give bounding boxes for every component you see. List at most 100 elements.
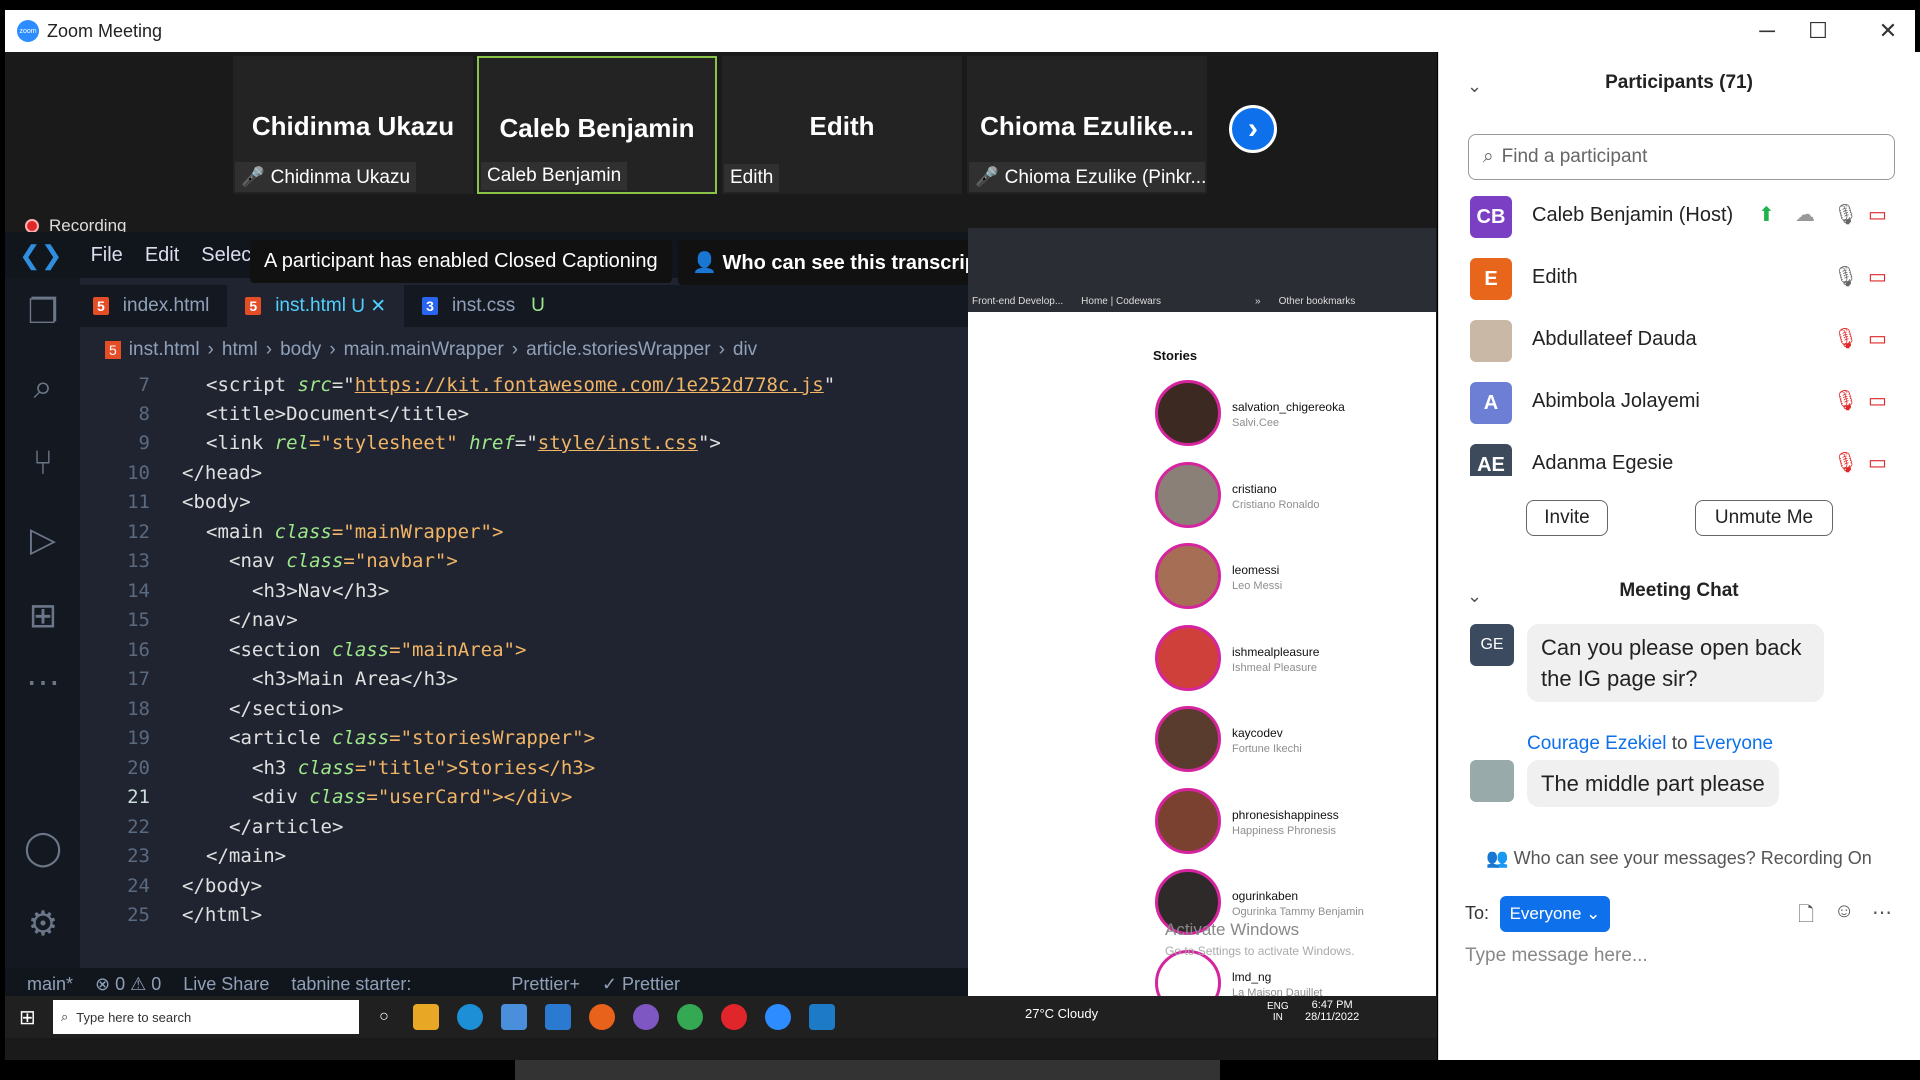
avatar: CB [1470, 196, 1512, 238]
chat-message: Can you please open back the IG page sir… [1527, 624, 1824, 702]
firefox-icon[interactable] [589, 1004, 615, 1030]
story-item[interactable]: phronesishappiness Happiness Phronesis [1155, 788, 1395, 858]
tab-inst-html[interactable]: 5 inst.html U ✕ [227, 285, 405, 327]
code-editor[interactable]: 7 8 9 10 11 12 13 14 15 16 17 18 19 20 2… [80, 370, 960, 930]
file-explorer-icon[interactable] [413, 1004, 439, 1030]
tab-inst-css[interactable]: 3 inst.css U [404, 285, 563, 327]
story-avatar [1155, 625, 1221, 691]
status-prettierplus[interactable]: Prettier+ [511, 974, 580, 995]
run-debug-icon[interactable]: ▷ [23, 520, 63, 560]
story-item[interactable]: salvation_chigereoka Salvi.Cee [1155, 380, 1395, 450]
edge-icon[interactable] [457, 1004, 483, 1030]
language-indicator[interactable]: ENG IN [1267, 1001, 1289, 1023]
status-prettier[interactable]: ✓ Prettier [602, 974, 680, 995]
participant-row[interactable]: CB Caleb Benjamin (Host) ⬆ ☁ 🎙 ▭ [1470, 192, 1910, 242]
mic-muted-icon: 🎙 [1833, 328, 1859, 350]
line-number: 15 [127, 609, 150, 631]
bookmark-item[interactable]: Other bookmarks [1279, 296, 1356, 307]
chat-visibility-info[interactable]: 👥 Who can see your messages? Recording O… [1438, 848, 1920, 869]
breadcrumb-item[interactable]: main.mainWrapper [344, 339, 504, 361]
emoji-icon[interactable]: ☺ [1834, 900, 1854, 923]
code-line: <script src="https://kit.fontawesome.com… [206, 374, 847, 396]
more-options-icon[interactable]: ⋯ [1872, 900, 1892, 925]
code-line: </body> [182, 875, 263, 897]
participant-search-input[interactable]: ⌕ Find a participant [1468, 134, 1895, 180]
weather-widget[interactable]: 27°C Cloudy [1025, 1006, 1098, 1021]
zoom-taskbar-icon[interactable] [765, 1004, 791, 1030]
file-icon[interactable]: 🗋 [1798, 900, 1814, 934]
code-line: </nav> [229, 609, 298, 631]
menu-file[interactable]: File [91, 244, 123, 267]
line-number: 18 [127, 698, 150, 720]
story-item[interactable]: ishmealpleasure Ishmeal Pleasure [1155, 625, 1395, 695]
task-view-icon[interactable]: ○ [371, 1004, 397, 1030]
story-avatar [1155, 462, 1221, 528]
closed-captioning-toast: A participant has enabled Closed Caption… [250, 240, 672, 283]
source-control-icon[interactable]: ⑂ [23, 444, 63, 483]
participant-row[interactable]: E Edith 🎙 ▭ [1470, 254, 1910, 304]
search-icon[interactable]: ⌕ [23, 368, 63, 407]
account-icon[interactable]: ◯ [23, 828, 63, 868]
mic-icon: 🎙 [1833, 266, 1859, 288]
next-page-arrow-button[interactable]: › [1229, 105, 1277, 153]
tab-index-html[interactable]: 5 index.html [75, 285, 227, 327]
store-icon[interactable] [501, 1004, 527, 1030]
chrome-icon[interactable] [677, 1004, 703, 1030]
opera-icon[interactable] [721, 1004, 747, 1030]
breadcrumb-item[interactable]: inst.html [129, 339, 200, 361]
unmute-me-button[interactable]: Unmute Me [1695, 500, 1833, 536]
vscode-taskbar-icon[interactable] [809, 1004, 835, 1030]
video-tile[interactable]: Chidinma Ukazu 🎤 Chidinma Ukazu [233, 56, 473, 194]
participant-row[interactable]: A Abimbola Jolayemi 🎙 ▭ [1470, 378, 1910, 428]
story-item[interactable]: cristiano Cristiano Ronaldo [1155, 462, 1395, 532]
windows-start-icon[interactable]: ⊞ [19, 1005, 36, 1030]
bookmark-item[interactable]: Home | Codewars [1081, 296, 1161, 307]
minimize-button[interactable]: ─ [1747, 18, 1787, 44]
chat-message: The middle part please [1527, 760, 1779, 807]
html-file-icon: 5 [105, 341, 121, 359]
line-number: 24 [127, 875, 150, 897]
participant-name: Abimbola Jolayemi [1532, 390, 1700, 412]
more-icon[interactable]: ⋯ [23, 663, 63, 703]
story-item[interactable]: leomessi Leo Messi [1155, 543, 1395, 613]
participant-row[interactable]: AE Adanma Egesie 🎙 ▭ [1470, 440, 1910, 476]
video-off-icon: ▭ [1868, 328, 1887, 350]
window-titlebar: zoom Zoom Meeting ─ ☐ ✕ [5, 10, 1915, 52]
status-tabnine[interactable]: tabnine starter: [291, 974, 411, 995]
taskbar-clock[interactable]: 6:47 PM 28/11/2022 [1305, 999, 1359, 1023]
recipient-dropdown[interactable]: Everyone ⌄ [1500, 896, 1610, 932]
maximize-button[interactable]: ☐ [1798, 18, 1838, 44]
status-problems[interactable]: ⊗ 0 ⚠ 0 [95, 974, 161, 995]
line-number: 10 [127, 462, 150, 484]
invite-button[interactable]: Invite [1526, 500, 1608, 536]
story-item[interactable]: kaycodev Fortune Ikechi [1155, 706, 1395, 776]
participant-name: Caleb Benjamin (Host) [1532, 204, 1734, 226]
mail-icon[interactable] [545, 1004, 571, 1030]
status-branch[interactable]: main* [27, 974, 73, 995]
person-icon: 👤 [692, 252, 723, 274]
breadcrumb-item[interactable]: div [733, 339, 757, 361]
video-tile[interactable]: Chioma Ezulike... 🎤 Chioma Ezulike (Pinkr… [967, 56, 1207, 194]
taskbar-search[interactable]: ⌕ Type here to search [53, 1000, 359, 1034]
tile-label: 🎤 Chioma Ezulike (Pinkr... [969, 162, 1205, 192]
video-tile-active-speaker[interactable]: Caleb Benjamin Caleb Benjamin [477, 56, 717, 194]
breadcrumb-item[interactable]: article.storiesWrapper [526, 339, 710, 361]
participant-row[interactable]: Abdullateef Dauda 🎙 ▭ [1470, 316, 1910, 366]
breadcrumb-item[interactable]: html [222, 339, 258, 361]
status-liveshare[interactable]: Live Share [183, 974, 269, 995]
explorer-icon[interactable]: ❐ [23, 292, 63, 332]
slack-icon[interactable] [633, 1004, 659, 1030]
tile-name: Edith [809, 111, 875, 141]
breadcrumb-item[interactable]: body [280, 339, 321, 361]
settings-gear-icon[interactable]: ⚙ [23, 904, 63, 944]
video-tile[interactable]: Edith Edith [722, 56, 962, 194]
tile-label: 🎤 Chidinma Ukazu [235, 162, 417, 192]
extensions-icon[interactable]: ⊞ [23, 596, 63, 636]
participant-name: Adanma Egesie [1532, 452, 1674, 474]
menu-edit[interactable]: Edit [145, 244, 179, 267]
chat-message-input[interactable]: Type message here... [1465, 945, 1648, 967]
close-button[interactable]: ✕ [1868, 18, 1908, 44]
line-number: 12 [127, 521, 150, 543]
bookmark-item[interactable]: Front-end Develop... [972, 296, 1063, 307]
bookmark-overflow[interactable]: » [1255, 296, 1261, 307]
